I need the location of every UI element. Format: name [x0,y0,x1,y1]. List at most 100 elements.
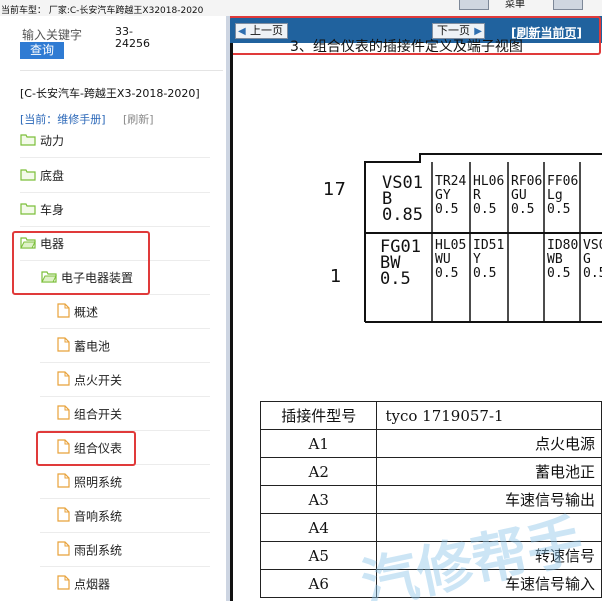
tree-item[interactable]: 概述 [57,303,98,321]
tree-item[interactable]: 底盘 [20,167,64,185]
tree-item-label: 蓄电池 [74,339,111,354]
pin-color: GU [511,188,527,203]
pin-color: GY [435,188,451,203]
pin-color: G [583,252,591,267]
document-icon [57,303,70,321]
tree-item-label: 概述 [74,305,99,320]
divider [20,70,223,71]
document-icon [57,371,70,389]
pin-code: HL05 [435,238,467,253]
tree-row-divider [20,192,210,193]
pin-size: 0.5 [511,202,535,217]
tree-item[interactable]: 点火开关 [57,371,122,389]
tree-item-label: 车身 [40,203,65,217]
tree-item-label: 音响系统 [74,509,123,524]
tree-row-divider [40,566,210,567]
table-row: A1 点火电源 [259,429,602,458]
keyword-value[interactable]: 33-24256 [115,26,155,50]
tree-item-label: 动力 [40,134,65,148]
tree-item[interactable]: 雨刮系统 [57,541,122,559]
pin-size: 0.5 [435,266,459,281]
top-bar: 当前车型： 厂家:C-长安汽车跨越王X32018-2020 菜单 [0,0,602,16]
pin-size: 0.5 [547,202,571,217]
table-header-row: 插接件型号 tyco 1719057-1 [259,401,602,430]
pin-id-cell: A2 [259,457,378,486]
tree-item[interactable]: 动力 [20,132,64,150]
document-icon [57,337,70,355]
connector-pin-cell: VS01 B 0.85 [382,175,423,225]
pin-code: VS0 [583,238,602,253]
pin-color: Y [473,252,481,267]
connector-pin-cell: VS0G0.5 [583,239,602,281]
pin-code: ID80 [547,238,579,253]
connector-pin-cell: ID51 Y 0.5 [473,239,504,281]
pin-id-cell: A6 [259,569,378,598]
tree-item-label: 点火开关 [74,373,123,388]
pin-size: 0.5 [547,266,571,281]
pin-size: 0.5 [583,266,602,281]
connector-pin-cell: FF06 Lg 0.5 [547,175,578,217]
vehicle-model-text: [C-长安汽车-跨越王X3-2018-2020] [20,87,200,100]
highlight-box [12,231,150,295]
tree-row-divider [40,328,210,329]
table-row: A3 车速信号输出 [259,485,602,514]
menu-label: 菜单 [505,0,525,10]
folder-icon [20,202,36,218]
tree-item[interactable]: 车身 [20,201,64,219]
tree-row-divider [40,532,210,533]
tree-row-divider [40,362,210,363]
pin-row-number: 1 [330,266,342,287]
pin-code: FF06 [547,174,579,189]
tree-item[interactable]: 音响系统 [57,507,122,525]
pin-function-cell: 点火电源 [376,429,602,458]
connector-pin-cell: HL05 WU 0.5 [435,239,466,281]
toolbar-button[interactable] [553,0,583,10]
current-vehicle-text: 当前车型： 厂家:C-长安汽车跨越王X32018-2020 [1,6,204,16]
content-pane: ◀ 上一页 下一页 ▶ [刷新当前页] 3、组合仪表的插接件定义及端子视图 17… [230,16,602,601]
pin-color: R [473,188,481,203]
pin-color: Lg [547,188,563,203]
table-row: A2 蓄电池正 [259,457,602,486]
pin-color: WU [435,252,451,267]
pin-size: 0.5 [473,202,497,217]
keyword-label: 输入关键字 [22,28,83,42]
tree-item[interactable]: 组合开关 [57,405,122,423]
tree-item[interactable]: 蓄电池 [57,337,110,355]
pin-size: 0.85 [382,205,423,225]
table-row: A4 [259,513,602,542]
tree-item-label: 底盘 [40,169,65,183]
pin-size: 0.5 [473,266,497,281]
pin-code: ID51 [473,238,505,253]
current-section-link[interactable]: [当前：维修手册] [20,111,106,127]
document-icon [57,473,70,491]
tree-item-label: 点烟器 [74,577,111,592]
pin-color: WB [547,252,563,267]
folder-icon [20,168,36,184]
table-row: A5 转速信号 [259,541,602,570]
pin-size: 0.5 [380,269,411,289]
pin-code: TR24 [435,174,467,189]
table-header-cell: tyco 1719057-1 [376,401,602,430]
connector-pin-cell: TR24 GY 0.5 [435,175,466,217]
document-icon [57,541,70,559]
highlight-box [36,431,136,466]
connector-pin-cell: HL06 R 0.5 [473,175,504,217]
document-icon [57,507,70,525]
table-row: A6 车速信号输入 [259,569,602,598]
search-button[interactable]: 查询 [20,42,64,59]
toolbar-button[interactable] [459,0,489,10]
pin-id-cell: A4 [259,513,378,542]
tree-item[interactable]: 照明系统 [57,473,122,491]
document-icon [57,405,70,423]
refresh-link[interactable]: [刷新] [123,111,154,127]
pin-function-cell [376,513,602,542]
tree-item[interactable]: 点烟器 [57,575,110,593]
connector-pin-cell: RF06 GU 0.5 [511,175,542,217]
tree-row-divider [20,226,210,227]
pin-id-cell: A3 [259,485,378,514]
pin-id-cell: A1 [259,429,378,458]
tree-item-label: 照明系统 [74,475,123,490]
pin-function-cell: 车速信号输出 [376,485,602,514]
tree-row-divider [40,498,210,499]
pin-code: RF06 [511,174,543,189]
